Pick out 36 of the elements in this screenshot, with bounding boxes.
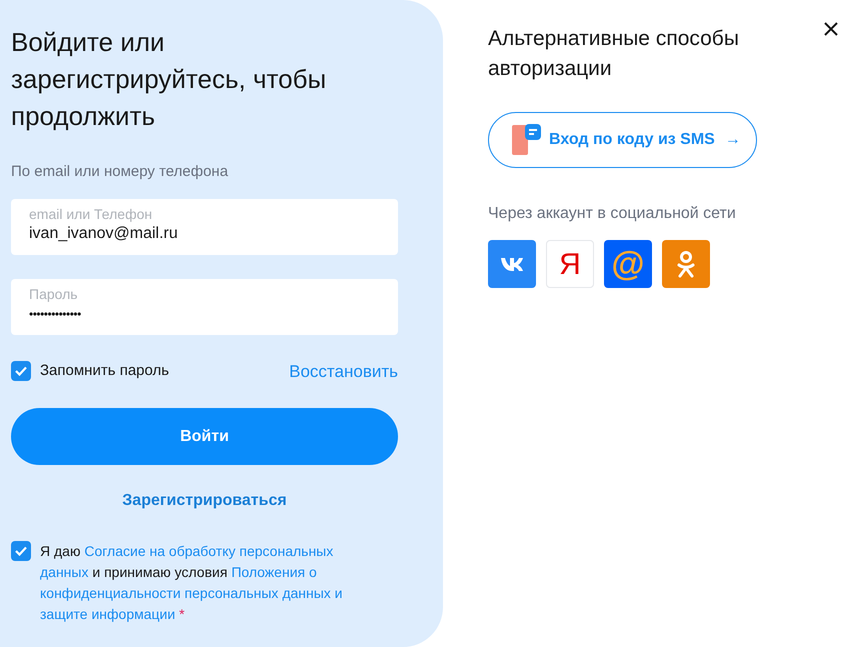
- field-label: email или Телефон: [29, 204, 154, 222]
- phone-message-icon: [511, 123, 543, 157]
- sms-login-button[interactable]: Вход по коду из SMS →: [488, 112, 757, 168]
- consent-words: и принимаю условия: [92, 564, 228, 580]
- vk-login-button[interactable]: [488, 240, 536, 288]
- input-field[interactable]: ivan_ivanov@mail.ru: [29, 222, 380, 244]
- consent-words: Я даю: [40, 543, 80, 559]
- social-login-button[interactable]: @: [604, 240, 652, 288]
- checkbox[interactable]: [11, 541, 31, 561]
- alternatives-title: Альтернативные способы авторизации: [488, 26, 740, 82]
- social-label: Через аккаунт в социальной сети: [488, 204, 737, 224]
- remember-label: Запомнить пароль: [40, 361, 170, 381]
- checkmark-icon: [15, 366, 27, 376]
- checkmark-icon: [15, 546, 27, 556]
- login-button[interactable]: Войти: [11, 408, 398, 465]
- login-subtitle: По email или номеру телефона: [11, 162, 230, 182]
- person-figure-icon: [676, 250, 696, 278]
- vk-logo-icon: [500, 257, 524, 271]
- consent-link[interactable]: конфиденциальности персональных данных и: [40, 585, 343, 601]
- text-field[interactable]: email или Телефон ivan_ivanov@mail.ru: [11, 198, 398, 254]
- social-login-button[interactable]: Я: [546, 240, 594, 288]
- consent-link[interactable]: защите информации: [40, 606, 176, 622]
- required-mark: *: [179, 606, 185, 622]
- consent-link[interactable]: данных: [40, 564, 88, 580]
- input-field[interactable]: ••••••••••••••: [29, 302, 380, 324]
- ok-login-button[interactable]: [662, 240, 710, 288]
- close-icon: [824, 22, 838, 36]
- consent-link[interactable]: Согласие на обработку персональных: [84, 543, 334, 559]
- checkbox[interactable]: [11, 361, 31, 382]
- register-link[interactable]: Зарегистрироваться: [122, 489, 287, 513]
- login-title: Войдите или зарегистрируйтесь, чтобы продолжить: [11, 26, 328, 133]
- restore-link[interactable]: Восстановить: [289, 358, 398, 384]
- close-button[interactable]: [824, 22, 838, 36]
- consent-link[interactable]: Положения о: [231, 564, 317, 580]
- text-field[interactable]: Пароль ••••••••••••••: [11, 278, 398, 334]
- field-label: Пароль: [29, 284, 79, 302]
